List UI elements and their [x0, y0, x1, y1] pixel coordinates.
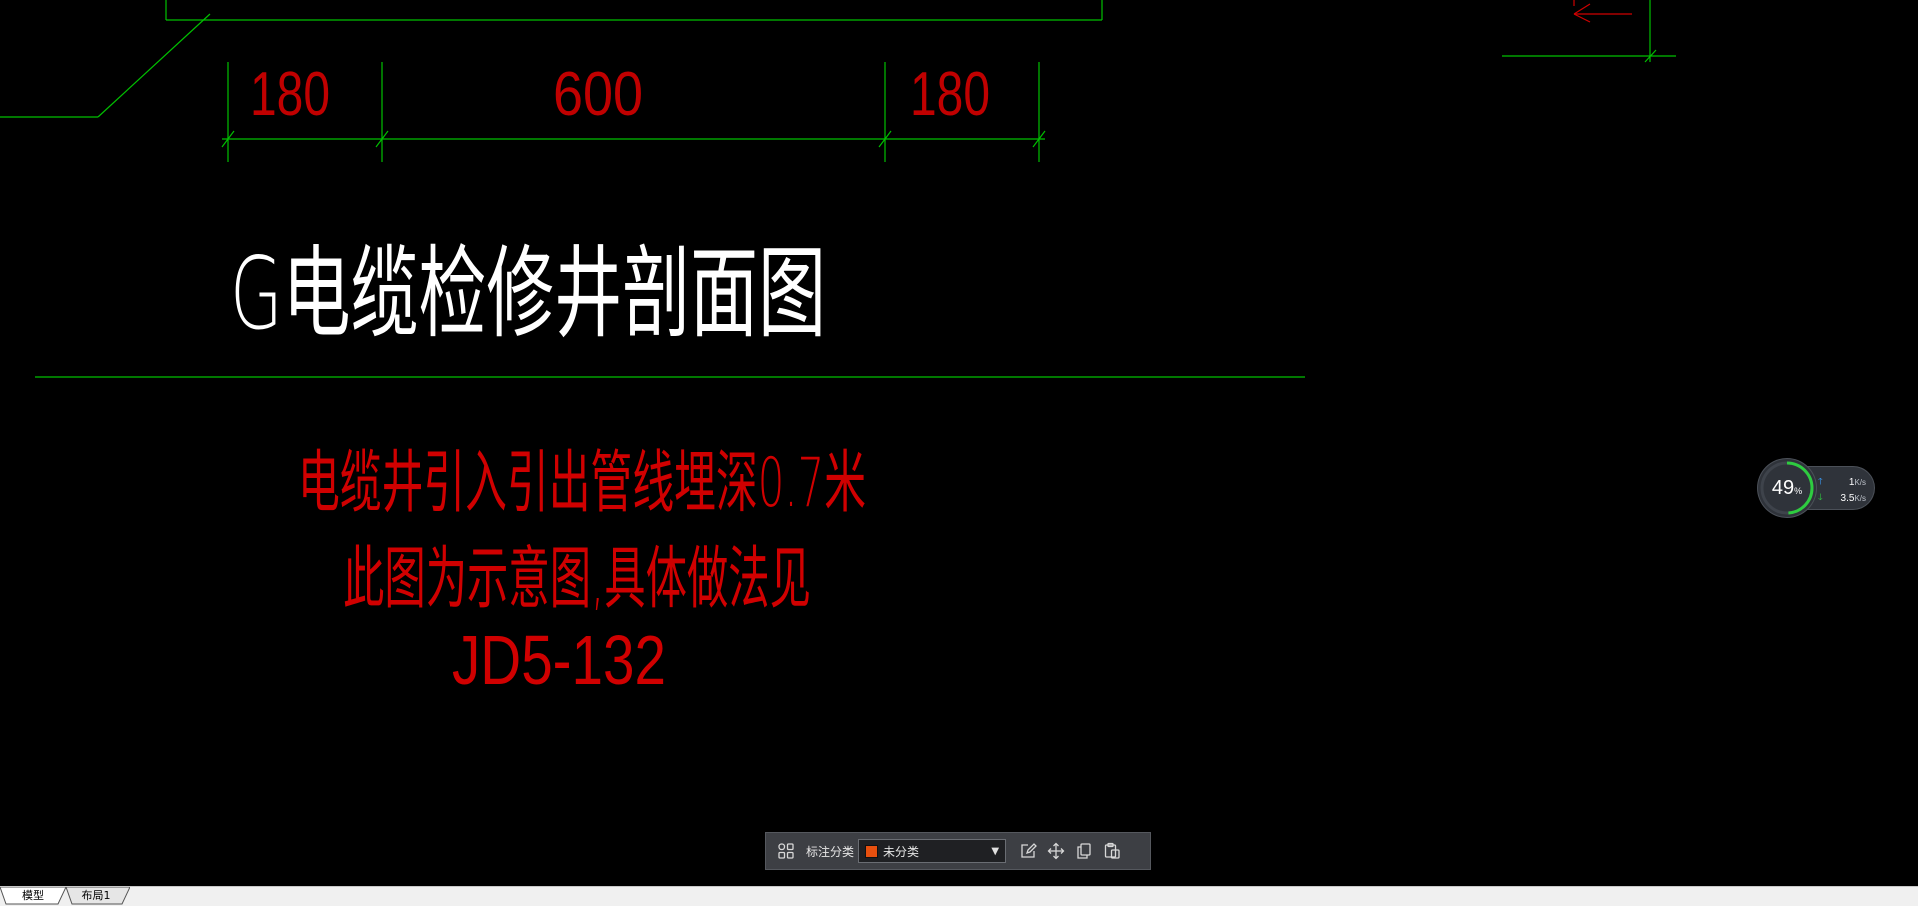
dimension-labels: 180 600 180 [250, 60, 990, 129]
chevron-down-icon: ▼ [991, 845, 1000, 857]
category-label: 标注分类 [806, 844, 855, 859]
drawing-title: G电缆检修井剖面图 [230, 235, 826, 352]
paste-icon[interactable] [1098, 837, 1126, 865]
category-select-value: 未分类 [883, 844, 920, 859]
drawing-notes: 电缆井引入引出管线埋深0.7米 此图为示意图,具体做法见 JD5-132 [298, 444, 866, 699]
category-color-swatch [865, 844, 879, 858]
grid-icon[interactable] [772, 837, 800, 865]
download-arrow-icon: 🡓 [1818, 492, 1823, 502]
tab-model-label: 模型 [22, 889, 44, 902]
dimension-label-middle: 600 [553, 60, 643, 129]
upload-unit: K/s [1854, 477, 1866, 487]
drawing-svg: 180 600 180 G电缆检修井剖面图 电缆井引入引出管线埋深0.7米 此图… [0, 0, 1676, 699]
tab-model[interactable]: 模型 [0, 887, 66, 905]
note-line-1: 电缆井引入引出管线埋深0.7米 [298, 444, 866, 523]
usage-percent: 49% [1758, 459, 1816, 517]
red-section-marker [1573, 0, 1632, 23]
edit-icon[interactable] [1014, 837, 1042, 865]
tab-layout1-label: 布局1 [81, 889, 111, 902]
upload-arrow-icon: 🡑 [1818, 476, 1823, 486]
move-icon[interactable] [1042, 837, 1070, 865]
note-line-2: 此图为示意图,具体做法见 [343, 540, 811, 619]
usage-percent-value: 49 [1771, 477, 1795, 499]
category-select[interactable]: 未分类 ▼ [858, 839, 1007, 863]
download-unit: K/s [1854, 493, 1866, 503]
layout-tab-bar: 模型 布局1 [0, 886, 1918, 906]
dimension-label-right: 180 [910, 60, 990, 129]
tab-layout1[interactable]: 布局1 [62, 887, 130, 905]
cad-drawing-canvas[interactable]: 180 600 180 G电缆检修井剖面图 电缆井引入引出管线埋深0.7米 此图… [0, 0, 1918, 886]
annotation-toolbar: 标注分类 未分类 ▼ [765, 832, 1151, 870]
network-speed-panel: 🡑 1K/s 🡓 3.5K/s [1808, 467, 1874, 509]
copy-icon[interactable] [1070, 837, 1098, 865]
note-line-3: JD5-132 [452, 621, 666, 699]
usage-percent-unit: % [1794, 486, 1803, 496]
download-speed: 3.5 [1840, 492, 1855, 504]
network-speed-widget[interactable]: 🡑 1K/s 🡓 3.5K/s 49% [1758, 459, 1876, 517]
dimension-label-left: 180 [250, 60, 330, 129]
usage-ring: 49% [1758, 459, 1816, 517]
